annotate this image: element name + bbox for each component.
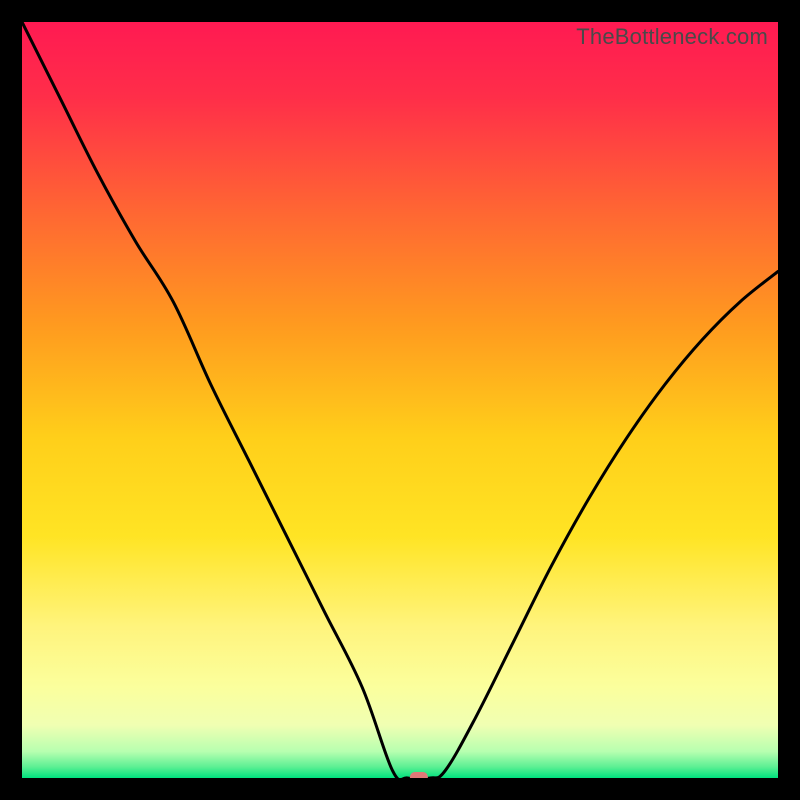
chart-frame: TheBottleneck.com <box>0 0 800 800</box>
marker-dot <box>410 772 428 778</box>
watermark-label: TheBottleneck.com <box>576 24 768 50</box>
plot-area: TheBottleneck.com <box>22 22 778 778</box>
chart-svg <box>22 22 778 778</box>
gradient-background <box>22 22 778 778</box>
